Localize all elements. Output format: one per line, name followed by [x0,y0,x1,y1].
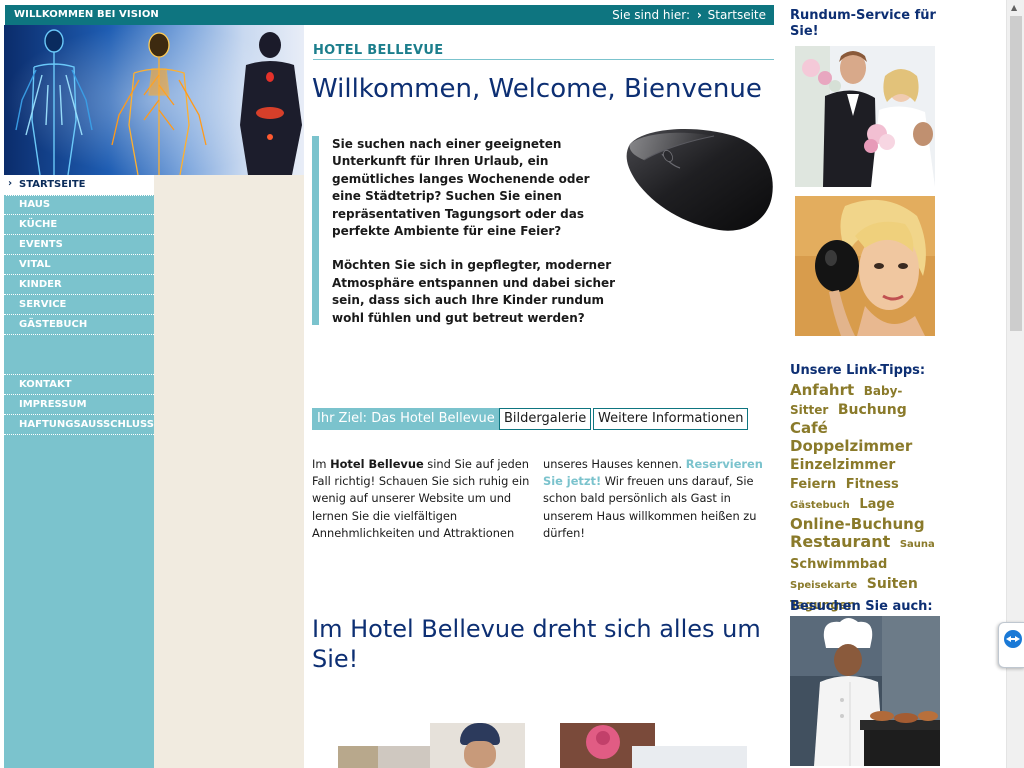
tag-link[interactable]: Buchung [838,402,907,418]
tag-link[interactable]: Anfahrt [790,381,854,399]
tag-link[interactable]: Sauna [900,539,935,550]
nav-item-vital[interactable]: VITAL [4,255,154,275]
nav-item-label: VITAL [19,259,51,270]
dreht-heading: Im Hotel Bellevue dreht sich alles um Si… [312,615,761,673]
tag-link[interactable]: Einzelzimmer [790,457,895,473]
tag-link[interactable]: Fitness [846,477,899,492]
besuchen-heading: Besuchen Sie auch: [790,599,933,614]
nav-item-service[interactable]: SERVICE [4,295,154,315]
breadcrumb: Sie sind hier: › Startseite [612,8,766,22]
top-bar: WILLKOMMEN BEI VISION Sie sind hier: › S… [5,5,774,25]
nav-item-label: GÄSTEBUCH [19,319,88,330]
woman-mirror-photo [795,196,935,336]
staff-photo [430,723,525,768]
nav-item-label: STARTSEITE [19,179,86,190]
nav-item-kinder[interactable]: KINDER [4,275,154,295]
nav-item-label: EVENTS [19,239,63,250]
tag-link[interactable]: Lage [859,497,894,512]
intro-quote: Sie suchen nach einer geeigneten Unterku… [312,136,619,325]
nav-item-haus[interactable]: HAUS [4,195,154,215]
nav-item-kueche[interactable]: KÜCHE [4,215,154,235]
nav-spacer [4,335,154,375]
nav-item-label: HAUS [19,199,51,210]
tag-link[interactable]: Gästebuch [790,500,850,511]
intro-column-left: Im Hotel Bellevue sind Sie auf jeden Fal… [312,456,534,542]
hotel-photo-2 [632,746,747,768]
tag-link[interactable]: Café [790,419,828,437]
chevron-right-icon: › [696,8,702,22]
nav-item-impressum[interactable]: IMPRESSUM [4,395,154,415]
scrollbar-thumb[interactable] [1010,16,1022,331]
text-fragment: Im [312,457,331,471]
intro-paragraph-1: Sie suchen nach einer geeigneten Unterku… [332,137,590,239]
rundum-service-heading: Rundum-Service für Sie! [790,8,936,39]
tag-link[interactable]: Suiten [867,576,918,592]
tag-link[interactable]: Feiern [790,477,836,492]
tag-link[interactable]: Doppelzimmer [790,437,912,455]
beige-panel [154,175,304,768]
anatomy-hero-image [4,25,304,175]
nav-item-startseite[interactable]: › STARTSEITE [4,175,154,196]
hotel-name-bold: Hotel Bellevue [330,457,424,471]
scroll-up-arrow-icon[interactable]: ▲ [1011,3,1017,12]
tag-link[interactable]: Schwimmbad [790,557,887,572]
text-fragment: unseres Hauses kennen. [543,457,686,471]
chef-photo [790,616,940,766]
tag-link[interactable]: Restaurant [790,532,890,551]
tab-weitere-informationen[interactable]: Weitere Informationen [593,408,749,430]
tag-cloud: Anfahrt Baby-Sitter Buchung Café Doppelz… [790,381,940,634]
chevron-right-icon: › [8,178,13,189]
nav-item-label: IMPRESSUM [19,399,87,410]
tab-bildergalerie[interactable]: Bildergalerie [499,408,592,430]
breadcrumb-prefix: Sie sind hier: [612,8,691,22]
tag-link[interactable]: Online-Buchung [790,515,925,533]
tab-hotel-bellevue[interactable]: Ihr Ziel: Das Hotel Bellevue [312,408,500,430]
tag-link[interactable]: Speisekarte [790,580,857,591]
nav-item-label: SERVICE [19,299,67,310]
teamviewer-widget[interactable] [998,622,1024,668]
intro-paragraph-2: Möchten Sie sich in gepflegter, moderner… [332,258,616,325]
nav-item-gaestebuch[interactable]: GÄSTEBUCH [4,315,154,335]
nav-item-label: KÜCHE [19,219,58,230]
computer-mouse-image [624,126,776,234]
nav-item-kontakt[interactable]: KONTAKT [4,375,154,395]
nav-item-haftungsausschluss[interactable]: HAFTUNGSAUSSCHLUSS [4,415,154,435]
site-brand: WILLKOMMEN BEI VISION [14,9,159,20]
breadcrumb-startseite-link[interactable]: Startseite [708,8,766,22]
nav-item-label: HAFTUNGSAUSSCHLUSS [19,419,154,430]
wedding-couple-photo [795,46,935,187]
intro-column-right: unseres Hauses kennen. Reservieren Sie j… [543,456,767,542]
nav-item-label: KINDER [19,279,62,290]
nav-item-events[interactable]: EVENTS [4,235,154,255]
nav-item-label: KONTAKT [19,379,72,390]
welcome-heading: Willkommen, Welcome, Bienvenue [312,74,762,104]
link-tipps-heading: Unsere Link-Tipps: [790,363,926,378]
hotel-name-heading: HOTEL BELLEVUE [313,43,774,60]
